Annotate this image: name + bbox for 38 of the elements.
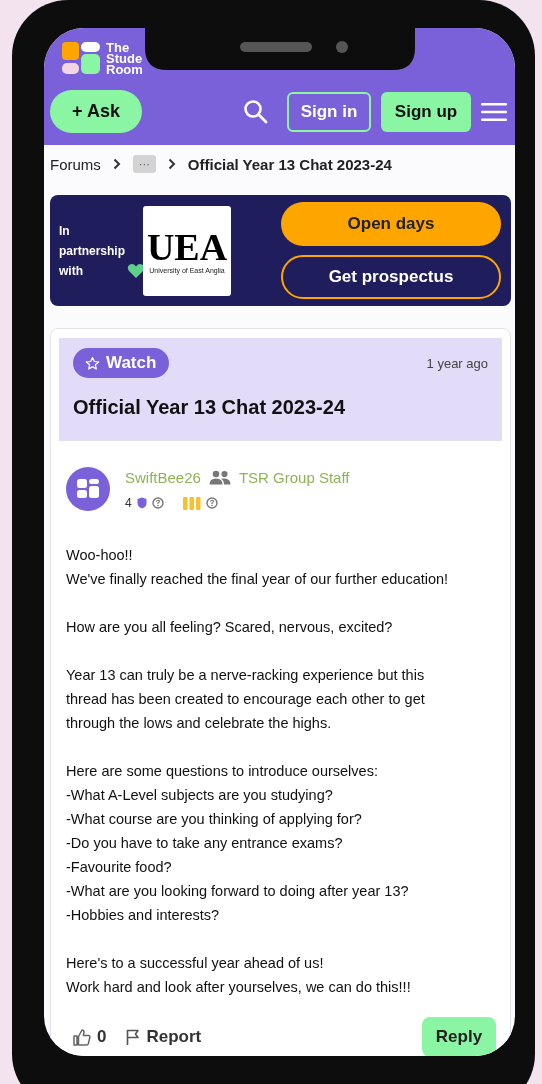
watch-button[interactable]: Watch	[73, 348, 170, 378]
thread-title: Official Year 13 Chat 2023-24	[73, 396, 346, 419]
breadcrumb-link[interactable]: Official Year 13 Chat 2023-24	[187, 155, 392, 173]
search-icon[interactable]	[243, 98, 269, 125]
sign-up-button[interactable]: Sign up	[381, 91, 471, 132]
flag-icon	[126, 1029, 141, 1045]
star-icon	[85, 355, 100, 371]
level-bars-icon	[182, 496, 201, 510]
post-paragraph: Here's to a successful year ahead of us! Work hard and look after yourselves, we can do this!!!	[66, 954, 412, 997]
help-icon[interactable]	[151, 497, 164, 509]
avatar-icon[interactable]	[66, 467, 110, 511]
menu-icon[interactable]	[481, 101, 507, 122]
sign-in-button[interactable]: Sign in	[287, 91, 371, 132]
thumbs-up-icon	[73, 1028, 91, 1046]
chevron-icon	[112, 158, 121, 170]
logo-text: The Stude Room	[106, 42, 143, 75]
chevron-icon	[167, 158, 176, 170]
reply-button[interactable]: Reply	[422, 1017, 496, 1056]
partner-text: In partnership with	[59, 222, 125, 280]
heart-icon	[127, 262, 145, 279]
post-paragraph: Year 13 can truly be a nerve-racking experience but this thread has been created to encourage each other to get through the lows and celebrate the highs.	[66, 666, 426, 733]
breadcrumb-more-button[interactable]: ···	[132, 155, 156, 173]
post-paragraph: How are you all feeling? Scared, nervous, excited?	[66, 618, 394, 637]
prospectus-button[interactable]: Get prospectus	[281, 255, 501, 299]
ask-button[interactable]: + Ask	[50, 90, 142, 133]
user-group-label: TSR Group Staff	[238, 469, 350, 486]
breadcrumb-link[interactable]: Forums	[50, 155, 101, 173]
people-icon	[208, 470, 231, 485]
open-days-button[interactable]: Open days	[281, 202, 501, 246]
report-button[interactable]: Report	[126, 1027, 202, 1047]
post-paragraph: Here are some questions to introduce ourselves: -What A-Level subjects are you studying? -What course are you thinking of applying for? -Do you have to take any entrance exams? -Favourite food? -What are you looking forward to doing after year 13? -Hobbies and interests?	[66, 762, 410, 925]
reputation-count: 4	[125, 496, 132, 510]
shield-icon	[136, 497, 147, 509]
help-icon[interactable]	[205, 497, 218, 509]
post-paragraph: Woo-hoo!! We've finally reached the final year of our further education!	[66, 546, 450, 589]
like-button[interactable]: 0	[73, 1027, 107, 1047]
logo-icon	[62, 42, 100, 76]
post-age: 1 year ago	[426, 355, 488, 371]
